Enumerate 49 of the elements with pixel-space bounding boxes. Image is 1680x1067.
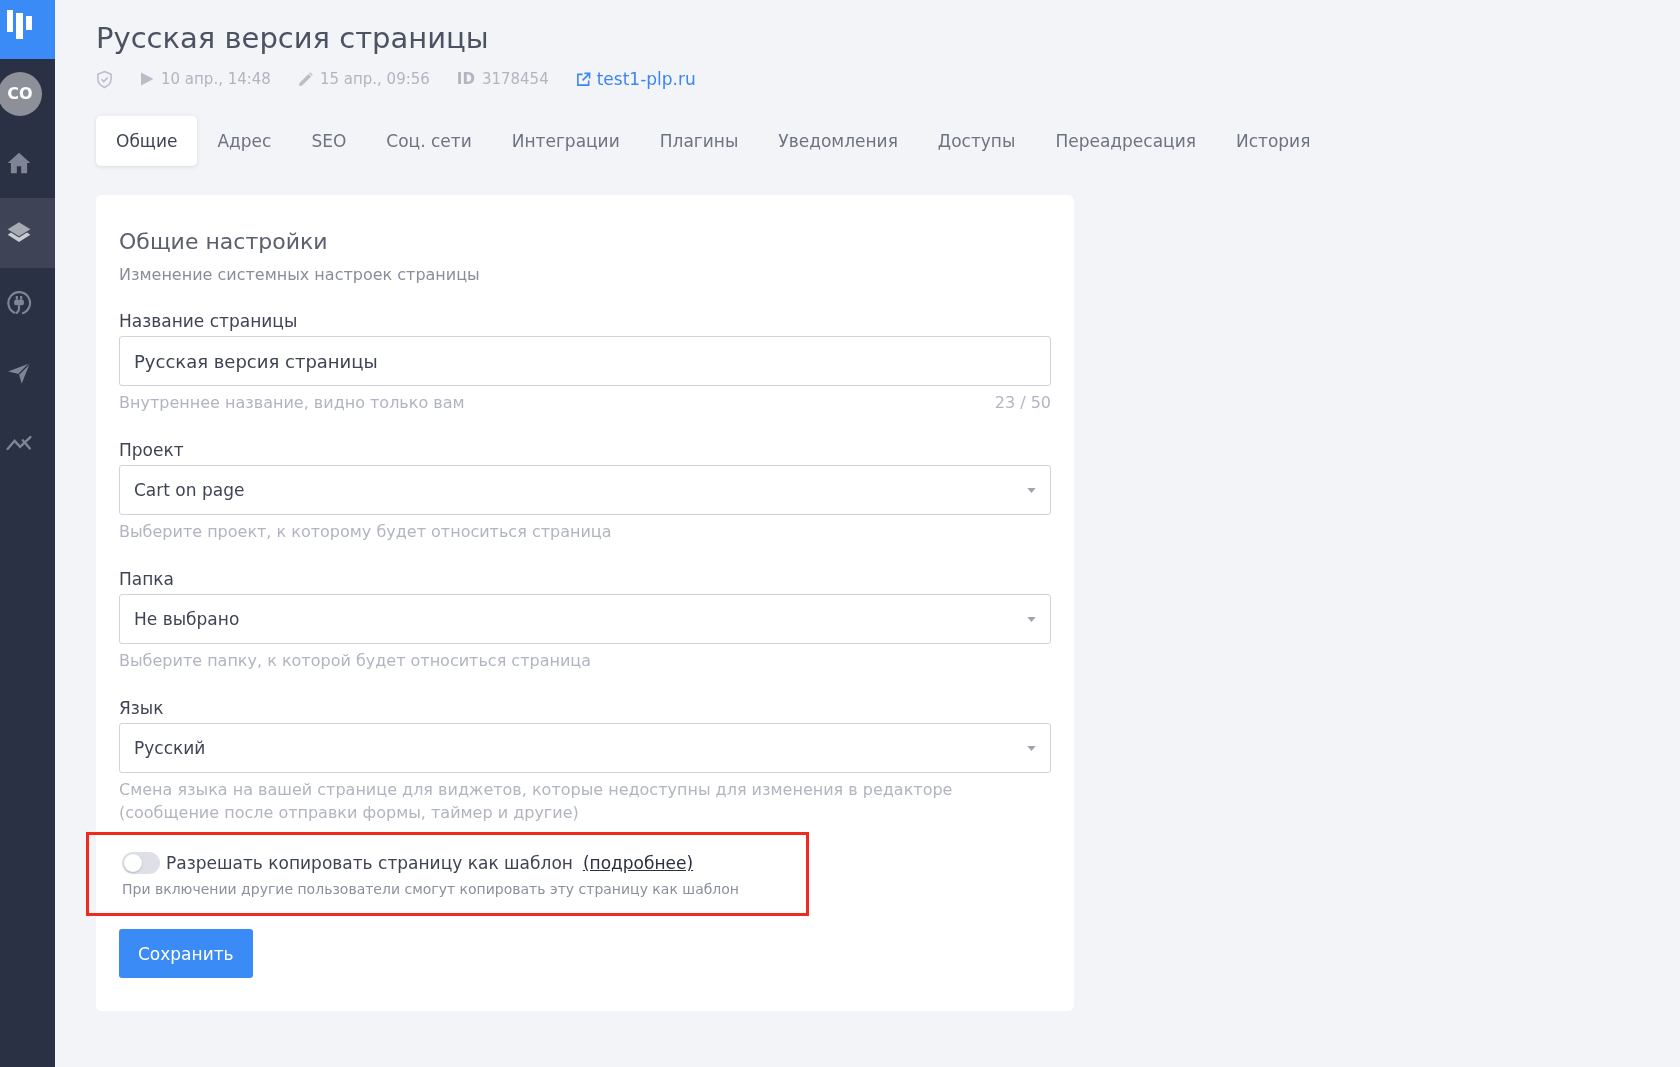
- tab[interactable]: Доступы: [917, 116, 1036, 166]
- dropdown[interactable]: Русский: [119, 723, 1051, 773]
- field-hint: Выберите проект, к которому будет относиться страница: [119, 521, 612, 543]
- save-button[interactable]: Сохранить: [119, 929, 253, 978]
- id-label: ID: [456, 70, 475, 88]
- plug-icon: [6, 290, 32, 316]
- option-label: Разрешать копировать страницу как шаблон: [166, 853, 573, 873]
- card-title: Общие настройки: [119, 228, 329, 256]
- tab[interactable]: История: [1215, 116, 1331, 166]
- field-label: Проект: [119, 440, 185, 460]
- published-date: 10 апр., 14:48: [161, 70, 271, 88]
- tab[interactable]: Соц. сети: [366, 116, 492, 166]
- dropdown[interactable]: Не выбрано: [119, 594, 1051, 644]
- tab[interactable]: Переадресация: [1035, 116, 1216, 166]
- tab[interactable]: SEO: [291, 116, 367, 166]
- tab[interactable]: Интеграции: [491, 116, 640, 166]
- field-hint: Внутреннее название, видно только вам: [119, 392, 465, 414]
- shield-check-icon: [96, 69, 113, 89]
- dropdown[interactable]: Cart on page: [119, 465, 1051, 515]
- tab[interactable]: Уведомления: [758, 116, 918, 166]
- more-link[interactable]: (подробнее): [582, 853, 694, 873]
- toggle-switch[interactable]: [122, 852, 160, 874]
- page-title: Русская версия страницы: [96, 20, 490, 56]
- caret-icon: [1027, 487, 1036, 493]
- field-label: Язык: [119, 698, 165, 718]
- external-link-icon: [575, 71, 591, 87]
- nav-button[interactable]: [0, 198, 55, 268]
- field-hint: Смена языка на вашей странице для виджетов, которые недоступны для изменения в редакторе (сообщение после отправки формы, таймер и другие): [119, 779, 954, 824]
- field-label: Название страницы: [119, 311, 299, 331]
- site-link[interactable]: test1-plp.ru: [575, 69, 696, 89]
- field-label: Папка: [119, 569, 175, 589]
- option-hint: При включении другие пользователи смогут копировать эту страницу как шаблон: [122, 880, 740, 899]
- tab[interactable]: Общие: [96, 116, 198, 166]
- char-counter: 23 / 50: [994, 392, 1051, 414]
- caret-icon: [1027, 745, 1036, 751]
- tab[interactable]: Плагины: [639, 116, 759, 166]
- logo-icon: [0, 0, 55, 59]
- pencil-icon: [297, 71, 313, 87]
- paper-plane-icon: [6, 360, 32, 386]
- play-icon: [140, 72, 154, 86]
- card-subtitle: Изменение системных настроек страницы: [119, 264, 481, 286]
- field-hint: Выберите папку, к которой будет относиться страница: [119, 650, 591, 672]
- tab[interactable]: Адрес: [197, 116, 292, 166]
- input-field[interactable]: Русская версия страницы: [119, 336, 1051, 386]
- page-id: 3178454: [481, 70, 549, 88]
- home-icon: [6, 150, 32, 176]
- edited-date: 15 апр., 09:56: [319, 70, 430, 88]
- avatar[interactable]: CO: [0, 71, 42, 116]
- caret-icon: [1027, 616, 1036, 622]
